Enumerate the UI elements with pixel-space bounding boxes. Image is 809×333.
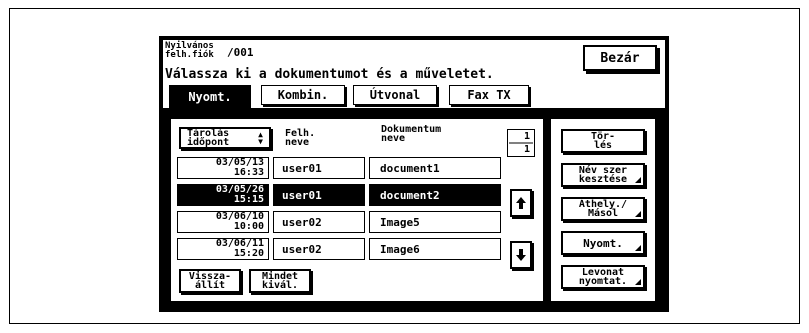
arrow-up-icon	[516, 197, 526, 209]
row-datetime: 03/06/11 15:20	[177, 238, 269, 260]
header: Nyilvános felh.fiók /001 Válassza ki a d…	[163, 40, 665, 82]
table-row[interactable]: 03/06/11 15:20 user02 Image6	[177, 238, 503, 260]
row-user: user02	[273, 238, 365, 260]
close-button[interactable]: Bezár	[583, 45, 657, 71]
instruction-message: Válassza ki a dokumentumot és a művelete…	[165, 67, 494, 82]
arrow-down-icon	[516, 249, 526, 261]
row-user: user01	[273, 157, 365, 179]
table-row-selected[interactable]: 03/05/26 15:15 user01 document2	[177, 184, 503, 206]
tab-route[interactable]: Útvonal	[353, 85, 437, 105]
table-row[interactable]: 03/06/10 10:00 user02 Image5	[177, 211, 503, 233]
move-copy-button-label: Áthely./ Másol	[578, 199, 628, 219]
select-all-button[interactable]: Mindet kivál.	[249, 269, 311, 293]
row-document: document1	[369, 157, 501, 179]
scroll-up-button[interactable]	[510, 189, 532, 217]
sort-by-date-button[interactable]: Tárolás időpont ▲ ▼	[179, 127, 271, 149]
action-panel: Tör- lés Név szer kesztése Áthely./ Máso…	[550, 118, 656, 302]
row-document: document2	[369, 184, 501, 206]
row-datetime: 03/05/13 16:33	[177, 157, 269, 179]
row-time: 15:15	[233, 194, 264, 205]
sort-button-label: Tárolás időpont	[187, 128, 230, 148]
account-number: /001	[227, 46, 254, 59]
rename-button-label: Név szer kesztése	[578, 165, 628, 185]
submenu-corner-icon	[635, 245, 641, 251]
page-indicator-box	[507, 129, 535, 157]
delete-button[interactable]: Tör- lés	[561, 129, 645, 153]
page-total: 1	[523, 144, 530, 155]
row-document: Image6	[369, 238, 501, 260]
document-list-panel: Tárolás időpont ▲ ▼ Felh. neve Dokumentum…	[170, 118, 544, 302]
control-panel: Nyilvános felh.fiók /001 Válassza ki a d…	[159, 36, 669, 312]
row-time: 16:33	[233, 167, 264, 178]
reset-button[interactable]: Vissza- állít	[179, 269, 241, 293]
row-time: 15:20	[233, 248, 264, 259]
page-indicator: 1 1	[507, 129, 535, 157]
submenu-corner-icon	[635, 279, 641, 285]
column-header-user: Felh. neve	[285, 128, 316, 148]
scroll-down-button[interactable]	[510, 241, 532, 269]
row-time: 10:00	[233, 221, 264, 232]
print-button-label: Nyomt.	[583, 236, 623, 250]
move-copy-button[interactable]: Áthely./ Másol	[561, 197, 645, 221]
page-current: 1	[523, 131, 530, 142]
print-button[interactable]: Nyomt.	[561, 231, 645, 255]
submenu-corner-icon	[635, 177, 641, 183]
row-datetime: 03/06/10 10:00	[177, 211, 269, 233]
tab-fax-tx[interactable]: Fax TX	[449, 85, 529, 105]
print-deduct-button[interactable]: Levonat nyomtat.	[561, 265, 645, 289]
row-datetime: 03/05/26 15:15	[177, 184, 269, 206]
delete-button-label: Tör- lés	[590, 131, 616, 151]
column-header-document: Dokumentum neve	[381, 124, 442, 144]
rename-button[interactable]: Név szer kesztése	[561, 163, 645, 187]
row-user: user02	[273, 211, 365, 233]
submenu-corner-icon	[635, 211, 641, 217]
sort-toggle-icon: ▲ ▼	[258, 130, 263, 146]
row-document: Image5	[369, 211, 501, 233]
print-deduct-button-label: Levonat nyomtat.	[578, 267, 628, 287]
row-user: user01	[273, 184, 365, 206]
table-row[interactable]: 03/05/13 16:33 user01 document1	[177, 157, 503, 179]
account-label-line2: felh.fiók	[165, 50, 214, 60]
tab-bar: Nyomt. Kombin. Útvonal Fax TX	[163, 82, 665, 108]
tab-combine[interactable]: Kombin.	[261, 85, 345, 105]
tab-print[interactable]: Nyomt.	[169, 85, 251, 108]
